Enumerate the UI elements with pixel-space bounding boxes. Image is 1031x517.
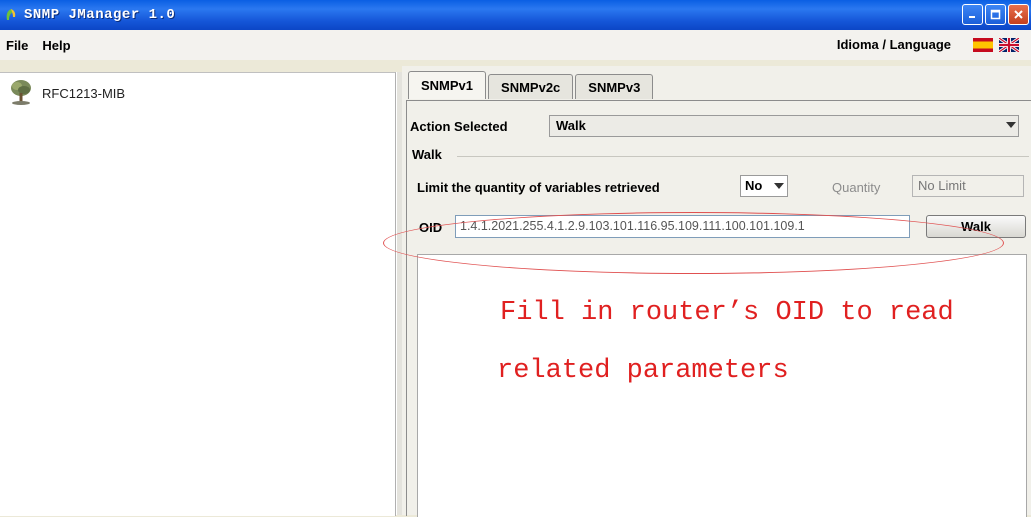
spanish-flag-icon[interactable] xyxy=(973,37,993,52)
uk-flag-icon[interactable] xyxy=(999,37,1019,52)
app-icon xyxy=(4,8,18,22)
tree-node-label: RFC1213-MIB xyxy=(42,85,126,101)
close-icon xyxy=(1014,10,1023,19)
close-button[interactable] xyxy=(1008,4,1029,25)
action-select-value: Walk xyxy=(556,118,586,133)
action-label: Action Selected xyxy=(410,119,508,134)
walk-section-title: Walk xyxy=(412,147,442,162)
annotation-line-1: Fill in router’s OID to read xyxy=(500,298,954,328)
annotation-line-2: related parameters xyxy=(497,356,789,386)
tree-node-rfc1213-mib[interactable]: RFC1213-MIB xyxy=(8,79,125,107)
maximize-button[interactable] xyxy=(985,4,1006,25)
tab-snmpv3[interactable]: SNMPv3 xyxy=(575,74,654,99)
mib-tree-panel: RFC1213-MIB xyxy=(0,72,396,516)
window-title: SNMP JManager 1.0 xyxy=(24,7,176,23)
limit-label: Limit the quantity of variables retrieve… xyxy=(417,180,660,195)
tab-snmpv1[interactable]: SNMPv1 xyxy=(408,71,487,99)
menu-file[interactable]: File xyxy=(0,38,36,53)
language-label: Idioma / Language xyxy=(836,37,951,52)
oid-label: OID xyxy=(419,220,443,235)
tree-icon xyxy=(11,80,31,105)
minimize-icon xyxy=(969,16,975,18)
chevron-down-icon xyxy=(1006,122,1016,128)
section-divider xyxy=(457,156,1029,157)
title-bar: SNMP JManager 1.0 xyxy=(0,0,1031,30)
chevron-down-icon xyxy=(774,183,784,189)
quantity-label: Quantity xyxy=(832,180,881,195)
menu-bar: File Help Idioma / Language xyxy=(0,30,1031,60)
menu-help[interactable]: Help xyxy=(36,38,78,53)
quantity-input[interactable]: No Limit xyxy=(912,175,1024,197)
limit-select-value: No xyxy=(745,178,763,193)
oid-input[interactable]: 1.4.1.2021.255.4.1.2.9.103.101.116.95.10… xyxy=(455,215,910,238)
snmp-version-tabs: SNMPv1 SNMPv2c SNMPv3 xyxy=(408,71,655,99)
limit-select[interactable]: No xyxy=(740,175,788,197)
action-select[interactable]: Walk xyxy=(549,115,1019,137)
walk-button[interactable]: Walk xyxy=(926,215,1026,238)
minimize-button[interactable] xyxy=(962,4,983,25)
language-selector: Idioma / Language xyxy=(837,37,1019,52)
snmp-panel: SNMPv1 SNMPv2c SNMPv3 Action Selected Wa… xyxy=(402,66,1031,517)
tab-snmpv2c[interactable]: SNMPv2c xyxy=(488,74,574,99)
maximize-icon xyxy=(990,9,1001,20)
